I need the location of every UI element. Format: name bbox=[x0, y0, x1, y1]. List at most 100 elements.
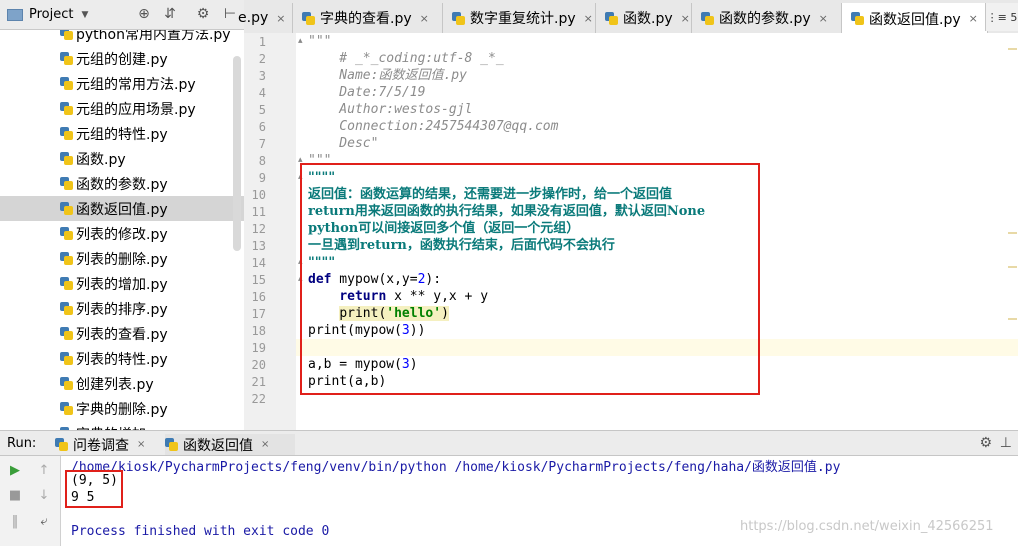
run-tab[interactable]: 函数返回值 × bbox=[165, 434, 295, 455]
editor-tab[interactable]: 函数返回值.py × bbox=[842, 3, 988, 34]
file-tree-item[interactable]: 函数返回值.py bbox=[0, 196, 244, 221]
stripe-marker[interactable] bbox=[1008, 232, 1017, 234]
tab-label: 函数的参数.py bbox=[719, 11, 811, 27]
file-name: 元组的常用方法.py bbox=[76, 77, 196, 93]
output-highlight-box bbox=[65, 470, 123, 508]
python-file-icon bbox=[60, 127, 73, 140]
line-number: 19 bbox=[251, 341, 266, 355]
close-icon[interactable]: × bbox=[584, 12, 593, 25]
close-icon[interactable]: × bbox=[969, 12, 978, 25]
folder-icon bbox=[7, 8, 23, 21]
run-tab[interactable]: 问卷调查 × bbox=[55, 434, 155, 455]
locate-icon[interactable]: ⊕ bbox=[136, 6, 152, 22]
code-line-7: Desc" bbox=[308, 136, 379, 151]
editor-tab[interactable]: e.py × bbox=[234, 3, 293, 33]
file-tree-item[interactable]: 列表的删除.py bbox=[0, 246, 244, 271]
file-name: 列表的特性.py bbox=[76, 352, 168, 368]
stripe-marker[interactable] bbox=[1008, 48, 1017, 50]
file-name: 字典的删除.py bbox=[76, 402, 168, 418]
code-line-1: """ bbox=[308, 34, 332, 49]
watermark: https://blog.csdn.net/weixin_42566251 bbox=[740, 519, 994, 534]
python-file-icon bbox=[165, 438, 178, 451]
tab-label: e.py bbox=[238, 10, 269, 26]
run-toolbar: ▶ ↑ ■ ↓ ‖ ⤶ bbox=[0, 456, 61, 546]
pause-icon[interactable]: ‖ bbox=[7, 514, 23, 530]
editor-tab[interactable]: 数字重复统计.py × bbox=[443, 3, 596, 33]
file-tree-item[interactable]: 函数.py bbox=[0, 146, 244, 171]
file-tree-item[interactable]: 元组的常用方法.py bbox=[0, 71, 244, 96]
line-number: 16 bbox=[251, 290, 266, 304]
file-tree-item[interactable]: 列表的查看.py bbox=[0, 321, 244, 346]
editor-tab[interactable]: 函数的参数.py × bbox=[692, 3, 842, 33]
editor-tab-bar: e.py × 字典的查看.py × 数字重复统计.py × 函数.py × 函数的参数.py × 函… bbox=[238, 0, 1018, 34]
python-file-icon bbox=[60, 52, 73, 65]
file-tree-item[interactable]: 字典的删除.py bbox=[0, 396, 244, 421]
minimize-icon[interactable]: ⊥ bbox=[1000, 435, 1012, 451]
project-title[interactable]: Project bbox=[29, 7, 73, 22]
file-name: 元组的特性.py bbox=[76, 127, 168, 143]
file-tree-item[interactable]: 列表的排序.py bbox=[0, 296, 244, 321]
fold-icon[interactable]: ▴ bbox=[298, 36, 303, 46]
file-tree-item[interactable]: 元组的特性.py bbox=[0, 121, 244, 146]
close-icon[interactable]: × bbox=[276, 12, 285, 25]
run-label: Run: bbox=[7, 436, 37, 451]
line-number: 18 bbox=[251, 324, 266, 338]
file-tree-item[interactable]: 元组的创建.py bbox=[0, 46, 244, 71]
line-number: 10 bbox=[251, 188, 266, 202]
down-arrow-icon[interactable]: ↓ bbox=[36, 488, 52, 504]
soft-wrap-icon[interactable]: ⤶ bbox=[36, 514, 52, 530]
project-header: Project ▼ ⊕ ⇵ ⚙ ⊢ bbox=[0, 0, 244, 30]
file-name: 列表的查看.py bbox=[76, 327, 168, 343]
line-number: 1 bbox=[258, 35, 266, 49]
file-tree-item[interactable]: 列表的特性.py bbox=[0, 346, 244, 371]
rerun-icon[interactable]: ▶ bbox=[7, 463, 23, 479]
file-name: 函数返回值.py bbox=[76, 202, 168, 218]
collapse-icon[interactable]: ⇵ bbox=[162, 6, 178, 22]
file-name: 列表的修改.py bbox=[76, 227, 168, 243]
line-number: 17 bbox=[251, 307, 266, 321]
file-tree-item[interactable]: 字典的增加 bbox=[0, 421, 244, 430]
line-number: 8 bbox=[258, 154, 266, 168]
file-name: 列表的排序.py bbox=[76, 302, 168, 318]
up-arrow-icon[interactable]: ↑ bbox=[36, 463, 52, 479]
tab-overflow-menu[interactable]: ⋮≡ 5 bbox=[985, 3, 1018, 31]
line-number: 21 bbox=[251, 375, 266, 389]
close-icon[interactable]: × bbox=[137, 439, 145, 450]
close-icon[interactable]: × bbox=[681, 12, 690, 25]
editor-tab[interactable]: 字典的查看.py × bbox=[293, 3, 443, 33]
chevron-down-icon[interactable]: ▼ bbox=[81, 10, 88, 20]
project-panel: python常用内置方法.py 元组的创建.py 元组的常用方法.py 元组的应用场景… bbox=[0, 0, 245, 430]
file-name: 列表的删除.py bbox=[76, 252, 168, 268]
stripe-marker[interactable] bbox=[1008, 266, 1017, 268]
line-number: 6 bbox=[258, 120, 266, 134]
file-tree-item[interactable]: 列表的修改.py bbox=[0, 221, 244, 246]
close-icon[interactable]: × bbox=[420, 12, 429, 25]
editor-tab[interactable]: 函数.py × bbox=[596, 3, 692, 33]
code-line-4: Date:7/5/19 bbox=[308, 85, 426, 100]
project-scrollbar[interactable] bbox=[233, 56, 241, 251]
code-line-6: Connection:2457544307@qq.com bbox=[308, 119, 559, 134]
line-number: 7 bbox=[258, 137, 266, 151]
file-name: 创建列表.py bbox=[76, 377, 154, 393]
run-panel-header: Run: 问卷调查 × 函数返回值 × ⚙ ⊥ bbox=[0, 430, 1018, 456]
python-file-icon bbox=[851, 12, 864, 25]
tab-label: 函数返回值.py bbox=[869, 11, 961, 28]
line-number: 3 bbox=[258, 69, 266, 83]
file-tree-item[interactable]: 列表的增加.py bbox=[0, 271, 244, 296]
close-icon[interactable]: × bbox=[819, 12, 828, 25]
python-file-icon bbox=[452, 11, 465, 25]
run-tab-label: 问卷调查 bbox=[73, 437, 129, 454]
gear-icon[interactable]: ⚙ bbox=[195, 6, 211, 22]
tab-label: 数字重复统计.py bbox=[470, 11, 576, 27]
file-tree-item[interactable]: 创建列表.py bbox=[0, 371, 244, 396]
run-tab-label: 函数返回值 bbox=[183, 437, 253, 454]
stripe-marker[interactable] bbox=[1008, 318, 1017, 320]
stop-icon[interactable]: ■ bbox=[7, 488, 23, 504]
file-tree-item[interactable]: 元组的应用场景.py bbox=[0, 96, 244, 121]
line-number: 15 bbox=[251, 273, 266, 287]
line-number-gutter: 1 2 3 4 5 6 7 8 9 10 11 12 13 14 15 16 17 18 19 20 21 22 ▴ ▴ ▴ ▴ ▴ bbox=[244, 33, 303, 430]
gear-icon[interactable]: ⚙ bbox=[979, 435, 992, 451]
tab-label: 函数.py bbox=[623, 11, 673, 27]
file-tree-item[interactable]: 函数的参数.py bbox=[0, 171, 244, 196]
close-icon[interactable]: × bbox=[261, 439, 269, 450]
